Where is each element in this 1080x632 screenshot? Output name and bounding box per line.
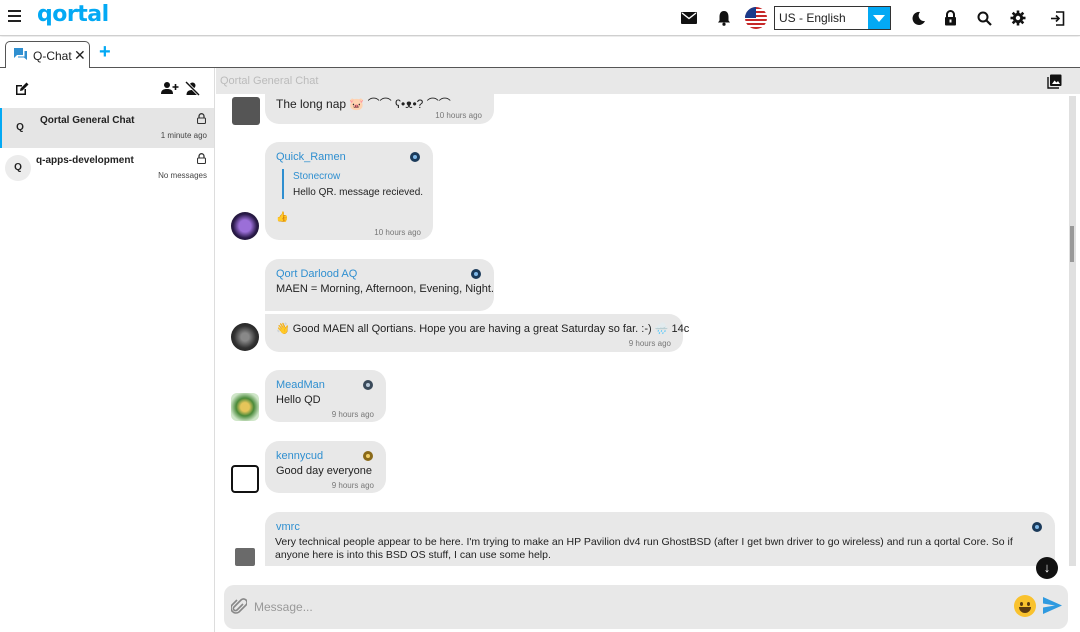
level-badge-icon — [362, 450, 374, 465]
avatar — [235, 548, 255, 566]
tab-q-chat[interactable]: Q-Chat ✕ — [5, 41, 90, 69]
scroll-to-bottom-button[interactable]: ↓ — [1036, 557, 1058, 579]
add-tab-button[interactable]: + — [99, 41, 111, 64]
tab-bar: Q-Chat ✕ — [0, 37, 1080, 69]
message-username[interactable]: MeadMan — [276, 379, 325, 391]
chevron-down-icon[interactable] — [868, 7, 890, 29]
chat-bubble-icon — [13, 47, 28, 64]
message-text: Very technical people appear to be here.… — [275, 536, 1013, 548]
avatar — [231, 323, 259, 351]
image-gallery-icon[interactable] — [1047, 74, 1062, 94]
message-time: 10 hours ago — [435, 111, 482, 120]
quote-bar — [282, 169, 284, 199]
quote-text: Hello QR. message recieved. — [293, 187, 424, 198]
us-flag-icon — [745, 7, 767, 29]
avatar — [231, 465, 259, 493]
avatar — [231, 393, 259, 421]
message-time: 9 hours ago — [628, 339, 671, 348]
chat-item-qortal-general-chat[interactable]: Q Qortal General Chat 1 minute ago — [0, 108, 214, 148]
send-icon[interactable] — [1043, 597, 1062, 619]
message-input[interactable]: Message... — [254, 600, 313, 614]
message-text: MAEN = Morning, Afternoon, Evening, Nigh… — [276, 283, 494, 295]
message-bubble: MeadMan Hello QD 9 hours ago — [265, 370, 386, 422]
lock-icon[interactable] — [940, 8, 960, 28]
level-badge-icon — [470, 268, 482, 283]
message-time: 9 hours ago — [331, 481, 374, 490]
message-text-continued: anyone here is into this BSD OS stuff, I… — [275, 549, 551, 561]
message-bubble: 👋 Good MAEN all Qortians. Hope you are h… — [265, 314, 689, 352]
message-text: 👍 — [276, 212, 289, 223]
message-bubble: The long nap 🐷 ⌒⌒ ʕ•ᴥ•? ⌒⌒ 10 hours ago — [265, 90, 494, 124]
tab-label: Q-Chat — [33, 49, 72, 63]
menu-icon[interactable] — [8, 10, 22, 24]
avatar: Q — [16, 122, 24, 133]
message-composer: Message... — [224, 585, 1068, 629]
message-bubble: Quick_Ramen Stonecrow Hello QR. message … — [265, 142, 433, 240]
level-badge-icon — [1031, 521, 1043, 536]
message-time: 10 hours ago — [374, 228, 421, 237]
avatar: Q — [5, 155, 31, 181]
search-icon[interactable] — [974, 8, 994, 28]
message-bubble: vmrc Very technical people appear to be … — [265, 512, 1055, 566]
message-text: Hello QD — [276, 394, 321, 406]
mail-icon[interactable] — [679, 8, 699, 28]
block-user-icon[interactable] — [184, 80, 201, 101]
close-icon[interactable]: ✕ — [74, 47, 86, 64]
chat-time: No messages — [158, 171, 207, 180]
message-time: 9 hours ago — [331, 410, 374, 419]
chat-name: q-apps-development — [36, 155, 134, 166]
message-text: The long nap 🐷 ⌒⌒ ʕ•ᴥ•? ⌒⌒ — [276, 97, 451, 111]
gear-icon[interactable] — [1008, 8, 1028, 28]
qortal-logo[interactable]: qortal — [37, 2, 109, 27]
message-bubble: Qort Darlood AQ MAEN = Morning, Afternoo… — [265, 259, 494, 311]
sidebar: Q Qortal General Chat 1 minute ago Q q-a… — [0, 68, 215, 632]
chat-item-q-apps-development[interactable]: Q q-apps-development No messages — [0, 148, 214, 188]
level-badge-icon — [362, 379, 374, 394]
message-text: 👋 Good MAEN all Qortians. Hope you are h… — [276, 323, 690, 335]
compose-icon[interactable] — [14, 81, 30, 102]
quote-username: Stonecrow — [293, 171, 341, 182]
attachment-icon[interactable] — [230, 598, 248, 621]
lock-icon — [196, 153, 207, 167]
message-text: Good day everyone — [276, 465, 373, 477]
emoji-icon[interactable] — [1014, 595, 1036, 617]
bell-icon[interactable] — [714, 8, 734, 28]
logout-icon[interactable] — [1047, 8, 1067, 28]
top-bar: qortal US - English — [0, 0, 1080, 36]
chat-time: 1 minute ago — [160, 131, 207, 140]
message-username[interactable]: vmrc — [276, 521, 300, 533]
message-username[interactable]: Qort Darlood AQ — [276, 268, 357, 280]
chat-title: Qortal General Chat — [220, 75, 319, 87]
avatar — [231, 212, 259, 240]
message-username[interactable]: Quick_Ramen — [276, 151, 346, 163]
lock-icon — [196, 113, 207, 127]
add-user-icon[interactable] — [161, 81, 179, 100]
message-bubble: kennycud Good day everyone 9 hours ago — [265, 441, 386, 493]
language-select[interactable]: US - English — [774, 6, 891, 30]
chat-name: Qortal General Chat — [40, 115, 135, 126]
scrollbar[interactable] — [1069, 96, 1076, 566]
message-username[interactable]: kennycud — [276, 450, 323, 462]
language-select-value: US - English — [779, 11, 846, 25]
moon-icon[interactable] — [908, 8, 928, 28]
avatar — [232, 97, 260, 125]
level-badge-icon — [409, 151, 421, 166]
